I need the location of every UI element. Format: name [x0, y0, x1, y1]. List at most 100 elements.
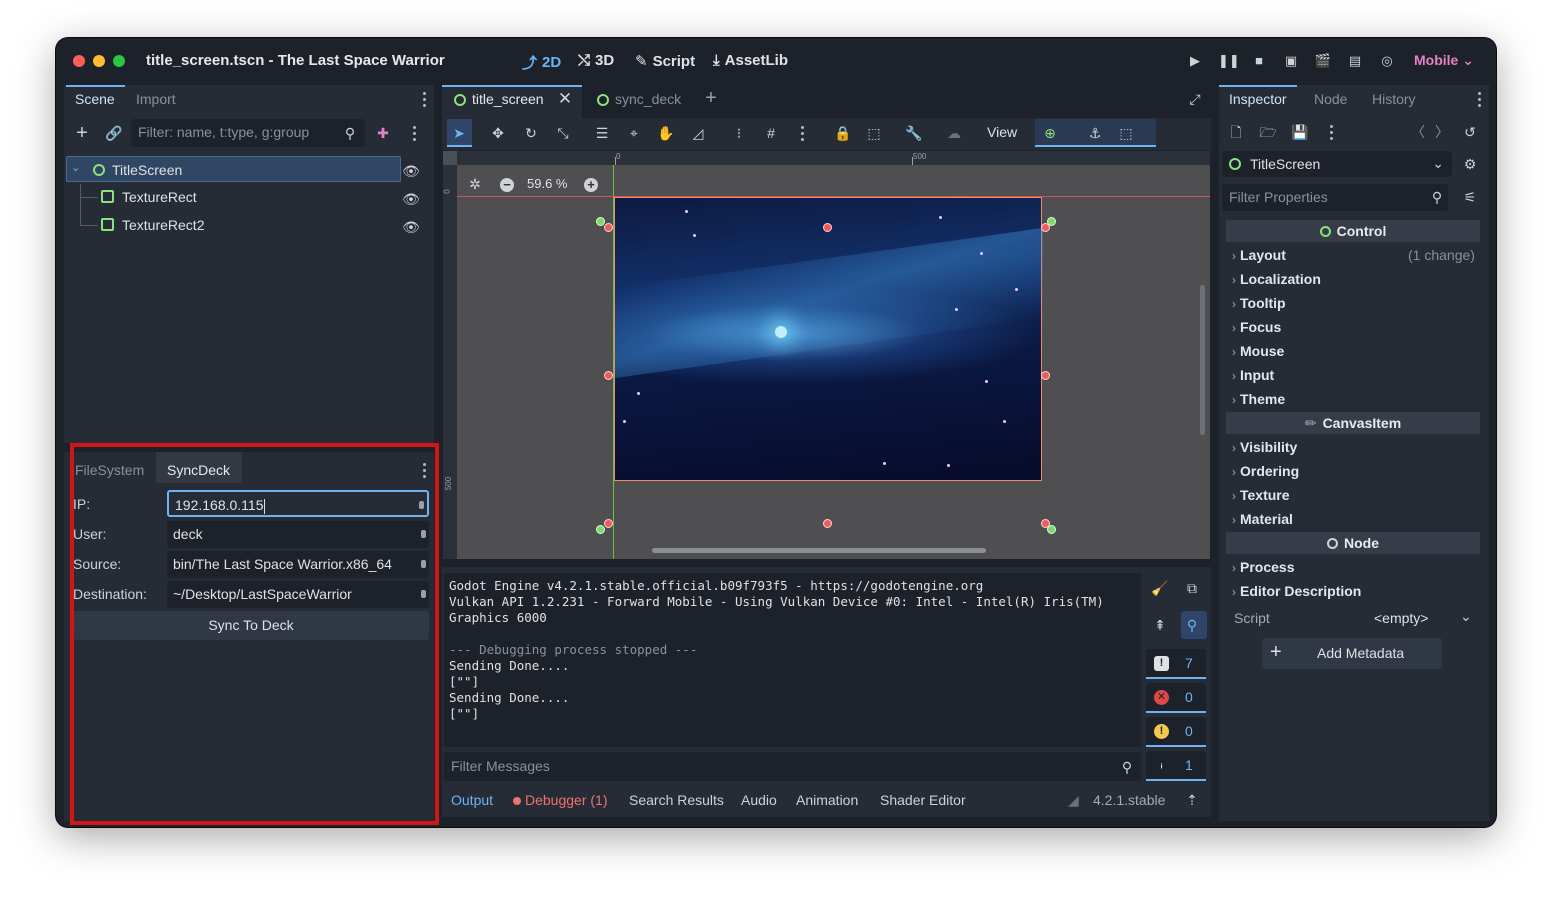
property-group-localization[interactable]: › Localization [1232, 271, 1321, 287]
property-group-process[interactable]: › Process [1232, 559, 1294, 575]
visibility-eye-icon[interactable]: 👁 [402, 218, 420, 236]
property-group-input[interactable]: › Input [1232, 367, 1274, 383]
collapse-messages-icon[interactable]: ⇞ [1151, 616, 1169, 634]
zoom-out-icon[interactable]: − [500, 178, 514, 192]
property-group-material[interactable]: › Material [1232, 511, 1293, 527]
collapse-arrow-icon[interactable]: ⌄ [71, 161, 80, 174]
tab-inspector[interactable]: Inspector [1229, 91, 1287, 107]
stop-icon[interactable]: ■ [1250, 52, 1268, 70]
kebab-menu-icon[interactable] [801, 126, 805, 144]
new-resource-icon[interactable]: 🗋 [1227, 123, 1245, 141]
view-menu[interactable]: View [987, 124, 1017, 140]
tab-debugger[interactable]: Debugger (1) [513, 792, 608, 808]
property-group-focus[interactable]: › Focus [1232, 319, 1281, 335]
add-node-icon[interactable]: ⊕ [1041, 124, 1059, 142]
close-window-button[interactable] [73, 55, 85, 67]
anchor-handle[interactable] [1047, 525, 1056, 534]
zoom-level[interactable]: 59.6 % [527, 176, 567, 191]
2d-viewport[interactable]: 0 500 0 500 ✲ − 59.6 % + [443, 151, 1210, 559]
message-counter[interactable]: ! 7 [1146, 649, 1206, 679]
property-group-mouse[interactable]: › Mouse [1232, 343, 1284, 359]
anchor-handle[interactable] [596, 217, 605, 226]
horizontal-scrollbar[interactable] [652, 548, 986, 553]
kebab-menu-icon[interactable] [1330, 125, 1334, 143]
chevron-down-icon[interactable]: ⌄ [1460, 608, 1472, 625]
add-metadata-button[interactable]: + Add Metadata [1262, 638, 1442, 669]
remote-debug-icon[interactable]: ▣ [1282, 52, 1300, 70]
lock-icon[interactable]: 🔒 [834, 124, 852, 142]
section-canvasitem[interactable]: ✏ CanvasItem [1226, 412, 1480, 434]
attach-script-icon[interactable]: ✚ [374, 124, 392, 142]
resize-handle-bottom-left[interactable] [604, 519, 613, 528]
save-icon[interactable]: 💾 [1291, 123, 1309, 141]
property-group-layout[interactable]: › Layout [1232, 247, 1286, 263]
list-select-icon[interactable]: ☰ [593, 124, 611, 142]
anchor-handle[interactable] [596, 525, 605, 534]
center-view-icon[interactable]: ✲ [466, 175, 484, 193]
mode-assetlib-button[interactable]: ⤓ AssetLib [713, 52, 788, 69]
open-folder-icon[interactable]: 🗁 [1259, 123, 1277, 141]
resize-handle-top[interactable] [823, 223, 832, 232]
history-icon[interactable]: ↺ [1461, 123, 1479, 141]
tree-item-texturerect[interactable]: TextureRect [66, 184, 401, 210]
filter-properties-input[interactable]: Filter Properties [1222, 184, 1448, 211]
pivot-icon[interactable]: ⌖ [625, 124, 643, 142]
object-tree-icon[interactable]: ⚙ [1461, 155, 1479, 173]
search-icon[interactable]: ⚲ [1183, 616, 1201, 634]
property-group-ordering[interactable]: › Ordering [1232, 463, 1299, 479]
rotate-mode-icon[interactable]: ↻ [522, 124, 540, 142]
visibility-eye-icon[interactable]: 👁 [402, 162, 420, 180]
distraction-free-icon[interactable]: ⤢ [1186, 90, 1204, 108]
kebab-menu-icon[interactable] [1478, 92, 1482, 110]
property-settings-icon[interactable]: ⚟ [1461, 188, 1479, 206]
tree-item-titlescreen[interactable]: ⌄ TitleScreen [66, 156, 401, 182]
zoom-in-icon[interactable]: + [584, 178, 598, 192]
move-mode-icon[interactable]: ✥ [489, 124, 507, 142]
skeleton-icon[interactable]: 🔧 [905, 124, 923, 142]
property-group-texture[interactable]: › Texture [1232, 487, 1290, 503]
resize-handle-bottom[interactable] [823, 519, 832, 528]
property-group-visibility[interactable]: › Visibility [1232, 439, 1297, 455]
tab-shader-editor[interactable]: Shader Editor [880, 792, 966, 808]
anchor-icon[interactable]: ⚓ [1086, 124, 1104, 142]
resize-handle-top-left[interactable] [604, 223, 613, 232]
play-scene-icon[interactable]: 🎬 [1314, 52, 1332, 70]
link-icon[interactable]: 🔗 [105, 124, 123, 142]
resize-handle-right[interactable] [1041, 371, 1050, 380]
tab-sync-deck[interactable]: sync_deck [615, 91, 681, 107]
info-counter[interactable]: ᵢ 1 [1146, 751, 1206, 781]
anchor-handle[interactable] [1047, 217, 1056, 226]
kebab-menu-icon[interactable] [423, 92, 427, 110]
filter-messages-input[interactable]: Filter Messages [444, 752, 1141, 781]
section-node[interactable]: Node [1226, 532, 1480, 554]
scale-mode-icon[interactable]: ⤡ [554, 124, 572, 142]
pause-icon[interactable]: ❚❚ [1218, 52, 1240, 70]
tab-audio[interactable]: Audio [741, 792, 777, 808]
selection-icon[interactable]: ⬚ [1117, 124, 1135, 142]
grid-snap-icon[interactable]: # [762, 124, 780, 142]
scene-filter-input[interactable]: Filter: name, t:type, g:group [131, 119, 365, 147]
tab-animation[interactable]: Animation [796, 792, 858, 808]
add-tab-icon[interactable]: + [702, 88, 720, 108]
expand-panel-icon[interactable]: ⇡ [1183, 791, 1201, 809]
mode-script-button[interactable]: ✎ Script [635, 52, 695, 71]
kebab-menu-icon[interactable] [413, 126, 417, 144]
vertical-scrollbar[interactable] [1200, 285, 1205, 435]
close-tab-icon[interactable]: ✕ [556, 90, 574, 108]
resize-handle-left[interactable] [604, 371, 613, 380]
mode-2d-button[interactable]: ⤴ 2D [522, 52, 561, 73]
tab-output[interactable]: Output [451, 792, 493, 808]
tab-history[interactable]: History [1372, 91, 1416, 107]
renderer-select[interactable]: Mobile ⌄ [1414, 52, 1474, 69]
tab-node[interactable]: Node [1314, 91, 1347, 107]
forward-arrow-icon[interactable]: 〉 [1433, 123, 1451, 141]
property-group-theme[interactable]: › Theme [1232, 391, 1285, 407]
mode-3d-button[interactable]: ⤭ 3D [578, 52, 614, 69]
back-arrow-icon[interactable]: 〈 [1409, 123, 1427, 141]
play-custom-scene-icon[interactable]: ▤ [1346, 52, 1364, 70]
smart-snap-icon[interactable]: ⁝ [730, 124, 748, 142]
group-icon[interactable]: ⬚ [865, 124, 883, 142]
maximize-window-button[interactable] [113, 55, 125, 67]
tab-import[interactable]: Import [136, 91, 176, 107]
copy-output-icon[interactable]: ⧉ [1183, 579, 1201, 597]
